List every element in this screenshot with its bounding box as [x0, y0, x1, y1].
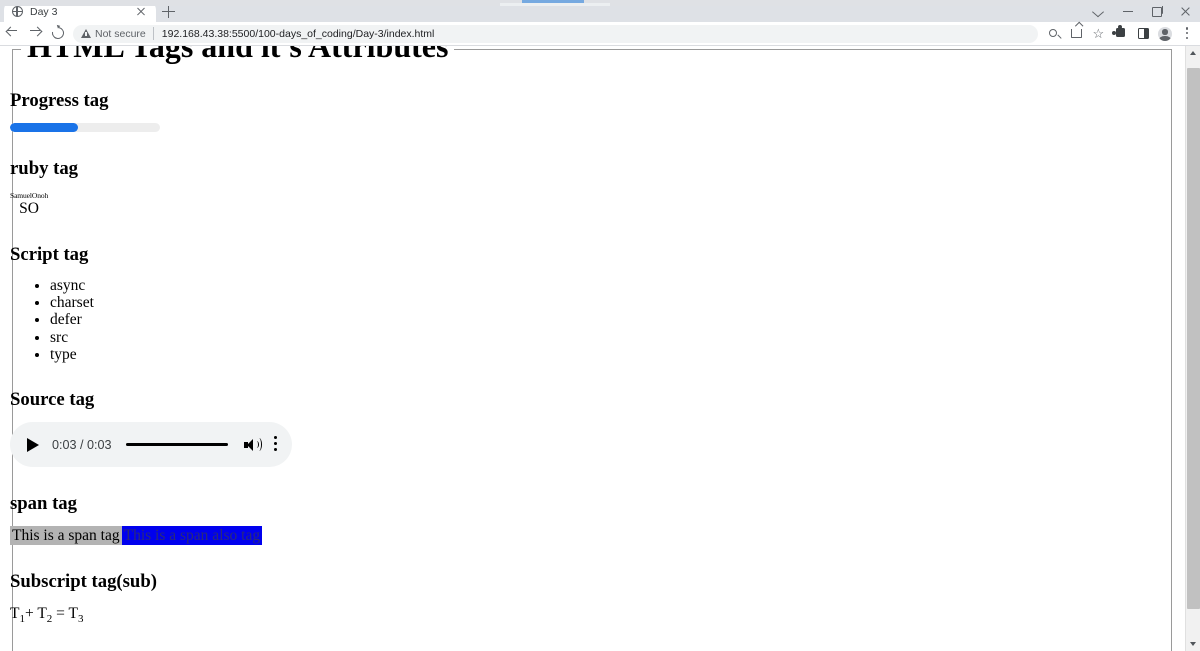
reload-button[interactable]	[46, 22, 69, 46]
tab-title: Day 3	[30, 5, 58, 18]
span-gray-text: This is a span tag	[10, 526, 122, 546]
extensions-puzzle-icon[interactable]	[1110, 22, 1132, 46]
content-column: Progress tag ruby tag SamuelOnoh SO Scri…	[10, 90, 1175, 651]
section-script: Script tag asynccharsetdefersrctype	[10, 244, 1175, 363]
share-icon[interactable]	[1066, 22, 1088, 46]
ruby-annotation-group: SamuelOnoh SO	[10, 191, 48, 217]
term-2-sub: 2	[46, 613, 53, 626]
list-item: defer	[50, 311, 1175, 328]
zoom-icon[interactable]	[1044, 22, 1066, 46]
side-panel-icon[interactable]	[1132, 22, 1154, 46]
section-heading-subscript: Subscript tag(sub)	[10, 571, 157, 593]
security-status-label: Not secure	[95, 27, 146, 40]
page-title: HTML Tags and it's Attributes	[21, 46, 455, 65]
bookmark-star-icon[interactable]: ☆	[1088, 22, 1110, 46]
audio-player[interactable]: 0:03 / 0:03	[10, 422, 292, 468]
section-span: span tag This is a span tag This is a spa…	[10, 493, 1175, 546]
section-subscript: Subscript tag(sub) T1+ T2 = T3	[10, 571, 1175, 629]
forward-button[interactable]	[23, 22, 46, 46]
scroll-down-icon[interactable]	[1186, 636, 1200, 651]
page-scrollbar[interactable]	[1185, 46, 1200, 651]
operator-equals: =	[56, 605, 65, 623]
section-heading-source: Source tag	[10, 389, 95, 411]
back-button[interactable]	[0, 22, 23, 46]
browser-window: Day 3 Not secure 192.168.43.38:5500/100-…	[0, 0, 1200, 651]
progress-bar-fill	[10, 123, 78, 132]
span-demo-row: This is a span tag This is a span also ta…	[10, 526, 1175, 546]
address-bar[interactable]: Not secure 192.168.43.38:5500/100-days_o…	[73, 24, 1038, 43]
top-artifact-strip	[0, 0, 1200, 6]
ruby-annotation-text: SamuelOnoh	[10, 191, 49, 200]
list-item: charset	[50, 294, 1175, 311]
divider	[152, 27, 154, 40]
term-3-sub: 3	[78, 613, 84, 626]
kebab-menu-icon[interactable]	[1176, 22, 1198, 46]
operator-plus: +	[24, 605, 34, 623]
audio-menu-icon[interactable]	[273, 435, 277, 454]
profile-avatar-icon[interactable]	[1154, 22, 1176, 46]
warning-triangle-icon	[81, 29, 91, 38]
page-viewport: HTML Tags and it's Attributes Progress t…	[0, 46, 1200, 651]
script-attribute-list: asynccharsetdefersrctype	[10, 277, 1175, 363]
page-content: HTML Tags and it's Attributes Progress t…	[0, 46, 1185, 651]
play-icon[interactable]	[27, 437, 39, 452]
list-item: type	[50, 346, 1175, 363]
section-ruby: ruby tag SamuelOnoh SO	[10, 158, 1175, 218]
section-heading-script: Script tag	[10, 244, 89, 265]
list-item: async	[50, 277, 1175, 294]
subscript-formula: T1+ T2 = T3	[10, 604, 1175, 629]
section-heading-span: span tag	[10, 493, 77, 515]
term-3-base: T	[68, 605, 78, 623]
audio-time-label: 0:03 / 0:03	[52, 437, 112, 452]
span-blue-text: This is a span also tag	[121, 526, 263, 546]
volume-icon[interactable]	[243, 437, 263, 453]
audio-progress-slider[interactable]	[125, 442, 228, 447]
browser-toolbar: Not secure 192.168.43.38:5500/100-days_o…	[0, 22, 1200, 46]
list-item: src	[50, 329, 1175, 346]
close-icon[interactable]	[134, 5, 148, 19]
section-heading-progress: Progress tag	[10, 90, 109, 111]
term-2-base: T	[37, 605, 47, 623]
scroll-up-icon[interactable]	[1186, 46, 1200, 61]
url-text: 192.168.43.38:5500/100-days_of_coding/Da…	[161, 27, 435, 40]
section-source: Source tag 0:03 / 0:03	[10, 389, 1175, 468]
section-progress: Progress tag	[10, 90, 1175, 132]
globe-icon	[12, 6, 23, 17]
toolbar-icons: ☆	[1044, 22, 1200, 46]
section-heading-ruby: ruby tag	[10, 158, 79, 179]
progress-bar	[10, 123, 160, 132]
ruby-base-text: SO	[19, 200, 39, 217]
scrollbar-thumb[interactable]	[1187, 68, 1200, 609]
